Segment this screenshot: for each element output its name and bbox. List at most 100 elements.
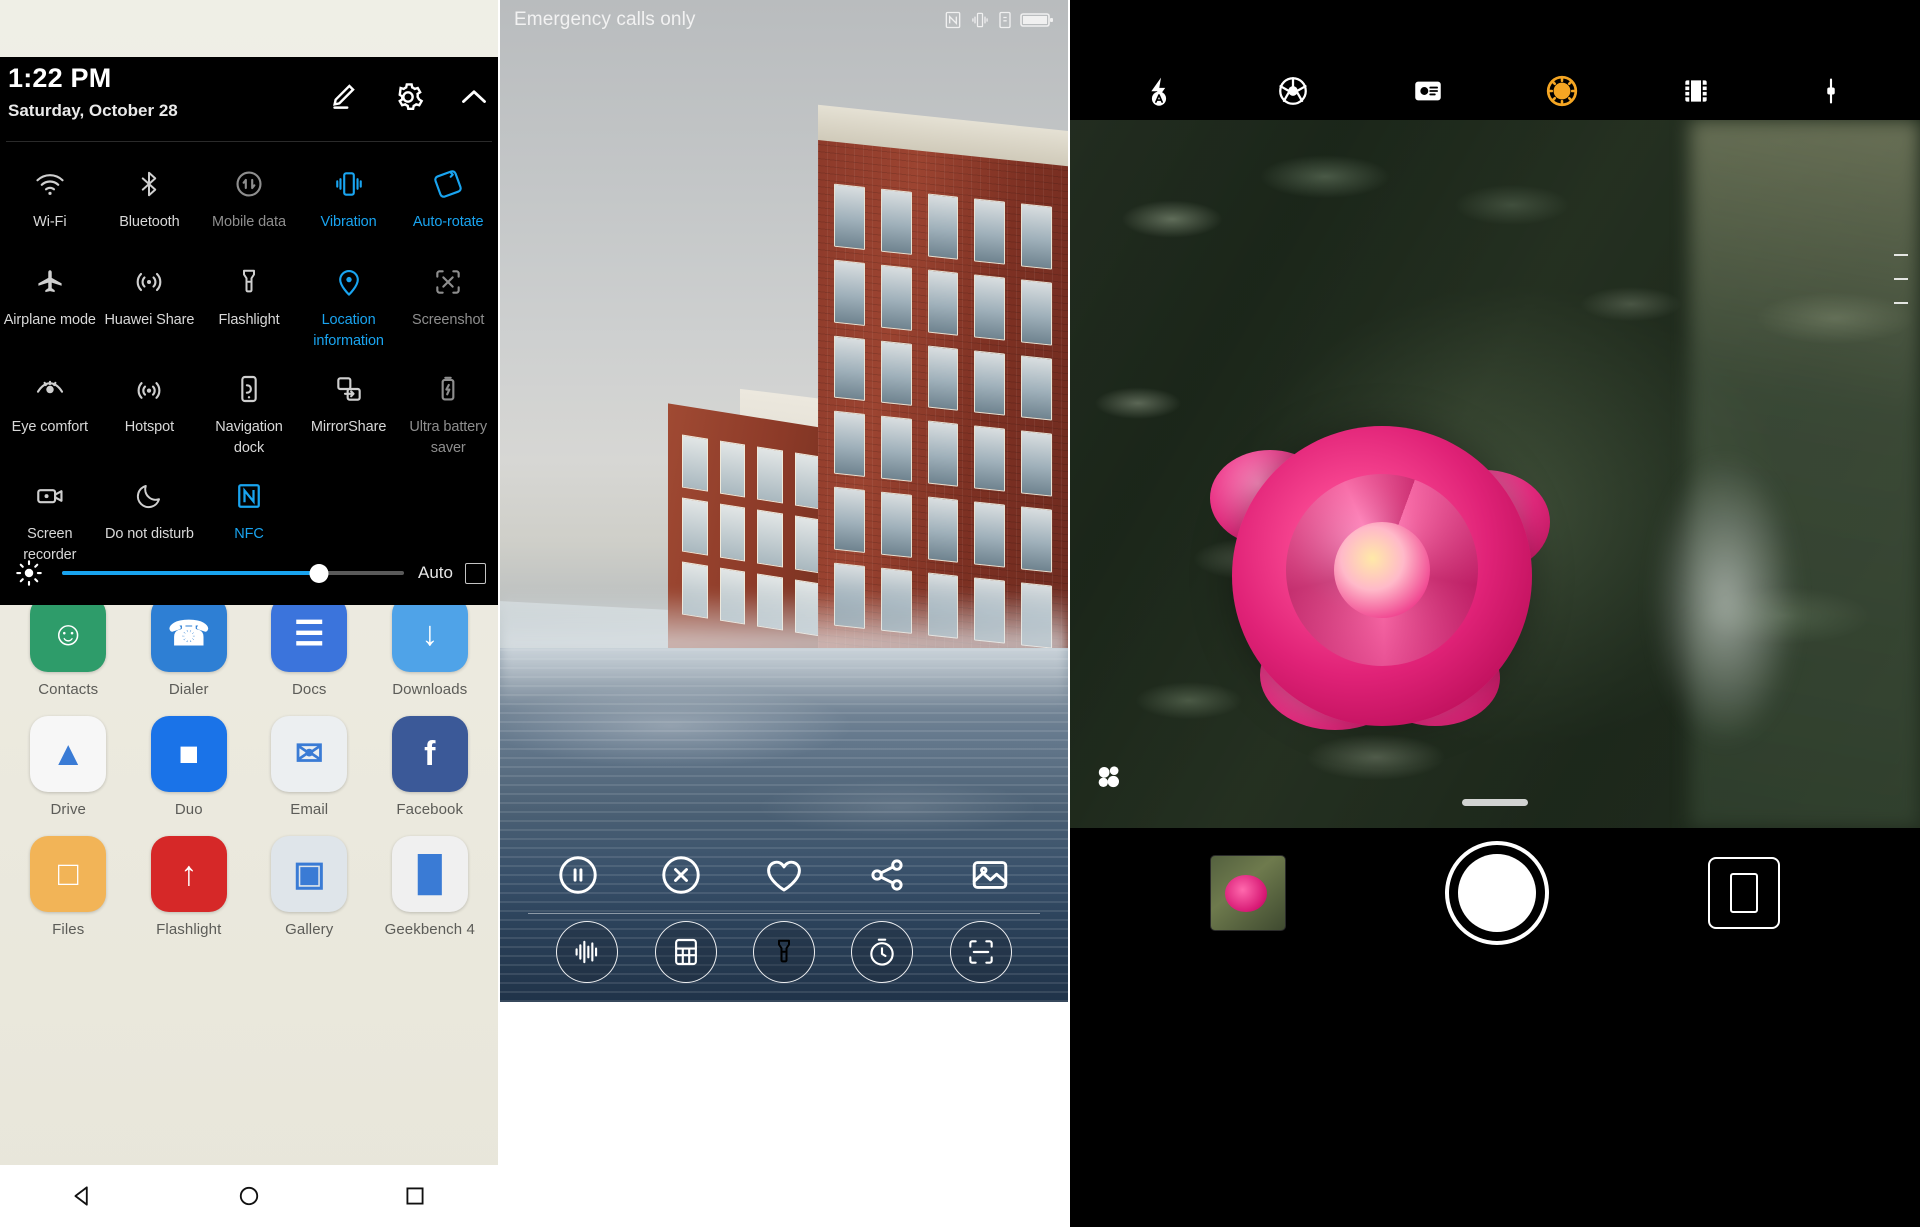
app-icon-downloads[interactable]: ↓ Downloads [370,596,491,698]
app-icon-drive[interactable]: ▲ Drive [8,716,129,818]
app-label: Dialer [168,681,209,698]
lock-screen-panel: Emergency calls only [500,0,1068,1002]
app-icon-duo[interactable]: ■ Duo [129,716,250,818]
app-glyph: ↓ [391,596,468,672]
heart-icon[interactable] [761,852,807,898]
app-icon-dialer[interactable]: ☎ Dialer [129,596,250,698]
quick-toggle-wi-fi[interactable]: Wi-Fi [0,156,100,254]
recents-square-icon[interactable] [387,1176,443,1216]
color-mode-icon[interactable] [1540,71,1584,111]
brightness-slider[interactable] [62,559,405,587]
app-icon-email[interactable]: ✉ Email [249,716,370,818]
quick-toggle-label: NFC [234,526,264,543]
app-icon-geekbench-4[interactable]: █ Geekbench 4 [370,836,491,938]
app-label: Downloads [392,681,468,698]
quick-toggle-airplane-mode[interactable]: Airplane mode [0,254,100,361]
quick-toggle-eye-comfort[interactable]: Eye comfort [0,361,100,468]
image-icon[interactable] [967,852,1013,898]
app-glyph: █ [391,836,468,912]
pencil-icon[interactable] [326,80,360,114]
zoom-slider[interactable] [1888,252,1912,372]
shade-header: 1:22 PM Saturday, October 28 [0,57,498,141]
app-glyph: ☎ [150,596,227,672]
quick-toggle-ultra-battery-saver[interactable]: Ultra battery saver [398,361,498,468]
quick-toggle-navigation-dock[interactable]: Navigation dock [199,361,299,468]
flashlight-icon [234,260,264,304]
aperture-icon[interactable] [1271,71,1315,111]
gear-icon[interactable] [390,79,426,115]
close-circle-icon[interactable] [658,852,704,898]
lock-status-bar: Emergency calls only [500,0,1068,40]
quick-toggle-label: Auto-rotate [412,214,484,230]
quick-toggle-bluetooth[interactable]: Bluetooth [100,156,200,254]
home-circle-icon[interactable] [221,1176,277,1216]
quick-toggle-vibration[interactable]: Vibration [299,156,399,254]
auto-brightness-checkbox[interactable] [465,562,486,584]
quick-toggle-auto-rotate[interactable]: Auto-rotate [398,156,498,254]
app-icon-docs[interactable]: ☰ Docs [249,596,370,698]
app-icon-facebook[interactable]: f Facebook [370,716,491,818]
screenshot-collage: ☺ Contacts ☎ Dialer ☰ Docs ↓ Downloads ▲ Drive ■ Du… [0,0,1920,1227]
location-pin-icon [333,260,365,304]
quick-toggle-label: Bluetooth [119,214,180,230]
navigation-bar-left [0,1165,498,1227]
quick-toggle-mobile-data[interactable]: Mobile data [199,156,299,254]
quick-toggle-label: MirrorShare [310,419,387,436]
share-icon[interactable] [864,852,910,898]
battery-icon [1020,11,1054,29]
camera-bottom-bar [1070,828,1920,958]
quick-toggle-location-information[interactable]: Location information [299,254,399,361]
scan-shortcut[interactable] [949,921,1012,983]
app-icon-flashlight[interactable]: ↑ Flashlight [129,836,250,938]
quick-toggle-label: Mobile data [212,214,286,230]
slider-knob[interactable] [309,564,328,583]
camera-panel [1070,0,1920,1227]
quick-toggle-label: Do not disturb [104,526,194,543]
app-glyph: □ [30,836,107,912]
flash-auto-icon[interactable] [1137,71,1181,111]
portrait-icon[interactable] [1406,71,1450,111]
quick-toggle-screenshot[interactable]: Screenshot [398,254,498,361]
calculator-shortcut[interactable] [654,921,717,983]
notification-shade: 1:22 PM Saturday, October 28 Wi-Fi Bluet… [0,57,498,605]
screen-recorder-icon [34,474,66,518]
flashlight-shortcut[interactable] [752,921,815,983]
mode-drag-handle[interactable] [1462,799,1528,806]
huawei-share-icon [133,260,165,304]
quick-toggle-label: Huawei Share [104,312,195,328]
back-triangle-icon[interactable] [55,1176,111,1216]
shutter-button[interactable] [1444,841,1549,945]
chevron-up-icon[interactable] [456,79,492,115]
pause-icon[interactable] [555,852,601,898]
quick-toggle-label: Location information [313,312,384,349]
voice-recorder-shortcut[interactable] [556,921,619,983]
nfc-icon [943,10,963,30]
quick-toggle-mirrorshare[interactable]: MirrorShare [299,361,399,468]
lock-shortcut-row [500,910,1068,994]
quick-toggle-huawei-share[interactable]: Huawei Share [100,254,200,361]
camera-viewfinder[interactable] [1070,120,1920,828]
app-drawer-grid: ☺ Contacts ☎ Dialer ☰ Docs ↓ Downloads ▲ Drive ■ Du… [0,596,498,938]
stopwatch-shortcut[interactable] [851,921,914,983]
app-icon-gallery[interactable]: ▣ Gallery [249,836,370,938]
quick-toggle-flashlight[interactable]: Flashlight [199,254,299,361]
airplane-icon [34,260,66,304]
slider-fill [62,571,319,575]
settings-slider-icon[interactable] [1809,71,1853,111]
last-photo-thumbnail[interactable] [1209,855,1286,931]
app-icon-contacts[interactable]: ☺ Contacts [8,596,129,698]
moon-icon [134,474,164,518]
app-glyph: ☺ [30,596,107,672]
app-icon-files[interactable]: □ Files [8,836,129,938]
wallpaper-mist [500,590,1068,710]
camera-mode-button[interactable] [1708,857,1781,929]
app-label: Files [52,921,85,938]
quick-toggle-hotspot[interactable]: Hotspot [100,361,200,468]
filter-icon[interactable] [1674,71,1718,111]
mirrorshare-icon [333,367,365,411]
app-glyph: f [391,716,468,792]
quick-toggle-label: Hotspot [124,419,175,436]
brightness-icon [12,558,46,588]
eye-icon [34,367,66,411]
macro-flower-icon[interactable] [1090,759,1130,804]
